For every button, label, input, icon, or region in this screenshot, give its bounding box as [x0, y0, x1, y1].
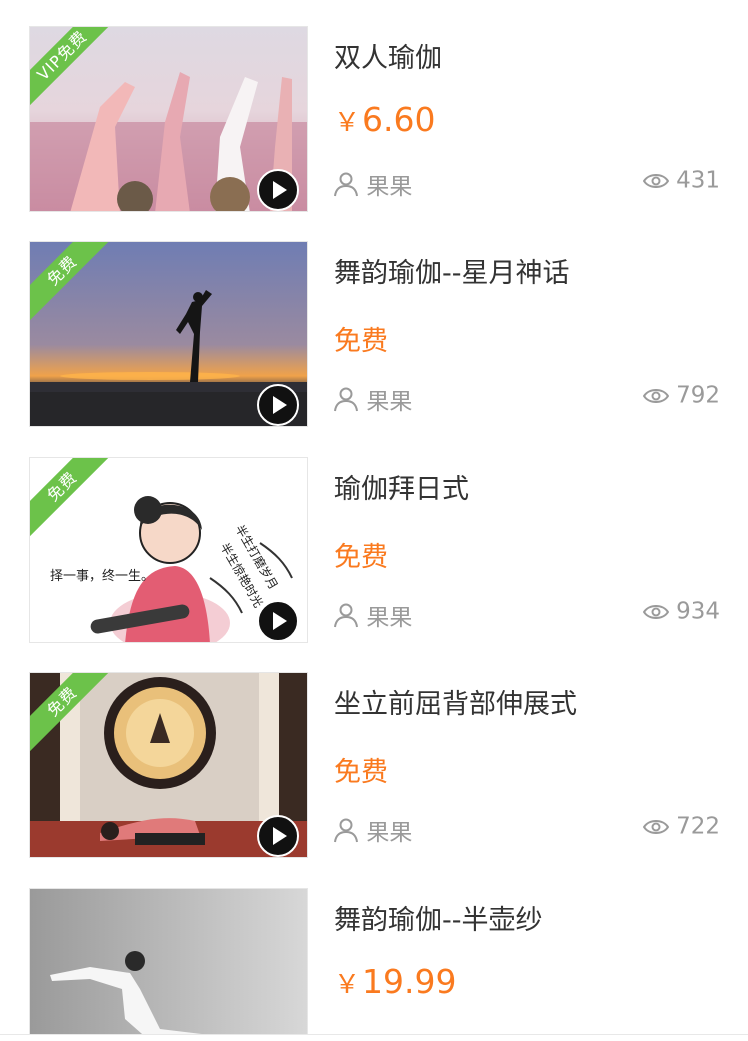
user-icon — [334, 818, 358, 843]
eye-icon — [642, 388, 669, 403]
play-icon — [273, 396, 287, 414]
views-value: 934 — [676, 598, 720, 625]
course-thumbnail[interactable]: 择一事，终一生。 半生打磨岁月 半生惊艳时光 免费 — [29, 457, 308, 643]
user-icon — [334, 603, 358, 628]
currency-symbol: ￥ — [334, 108, 361, 138]
course-item[interactable]: VIP免费 双人瑜伽 ￥6.60 果果 431 — [0, 26, 748, 242]
author-name: 果果 — [366, 389, 413, 415]
course-title[interactable]: 坐立前屈背部伸展式 — [334, 682, 577, 721]
play-button[interactable] — [257, 815, 299, 857]
user-icon — [334, 172, 358, 197]
course-title[interactable]: 舞韵瑜伽--星月神话 — [334, 251, 570, 290]
eye-icon — [642, 819, 669, 834]
play-icon — [273, 827, 287, 845]
course-price: 免费 — [334, 326, 388, 357]
views-value: 792 — [676, 382, 720, 409]
author-name: 果果 — [366, 174, 413, 200]
course-item[interactable]: 免费 舞韵瑜伽--星月神话 免费 果果 792 — [0, 241, 748, 457]
price-value: 6.60 — [362, 100, 436, 139]
views-value: 722 — [676, 813, 720, 840]
course-title[interactable]: 瑜伽拜日式 — [334, 467, 469, 506]
view-count: 722 — [642, 813, 720, 843]
course-thumbnail[interactable]: 免费 — [29, 241, 308, 427]
currency-symbol: ￥ — [334, 970, 361, 1000]
course-price: ￥6.60 — [334, 100, 436, 139]
author: 果果 — [333, 167, 413, 200]
course-item[interactable]: 免费 坐立前屈背部伸展式 免费 果果 722 — [0, 672, 748, 888]
dance-yoga-image — [30, 889, 307, 1034]
course-thumbnail[interactable]: 免费 — [29, 672, 308, 858]
eye-icon — [642, 173, 669, 188]
author: 果果 — [333, 598, 413, 631]
author: 果果 — [333, 813, 413, 846]
course-thumbnail[interactable]: VIP免费 — [29, 26, 308, 212]
course-price: 免费 — [334, 542, 388, 573]
author-name: 果果 — [366, 605, 413, 631]
course-item[interactable]: 择一事，终一生。 半生打磨岁月 半生惊艳时光 免费 瑜伽拜日式 免费 果果 93… — [0, 457, 748, 673]
bottom-divider — [0, 1034, 748, 1035]
view-count: 792 — [642, 382, 720, 412]
play-button[interactable] — [257, 384, 299, 426]
play-button[interactable] — [257, 169, 299, 211]
play-button[interactable] — [257, 600, 299, 642]
course-thumbnail[interactable] — [29, 888, 308, 1034]
course-title[interactable]: 双人瑜伽 — [334, 36, 442, 75]
eye-icon — [642, 604, 669, 619]
thumb-slogan: 择一事，终一生。 — [50, 568, 154, 583]
view-count: 934 — [642, 598, 720, 628]
user-icon — [334, 387, 358, 412]
author-name: 果果 — [366, 820, 413, 846]
play-icon — [273, 612, 287, 630]
play-icon — [273, 181, 287, 199]
author: 果果 — [333, 382, 413, 415]
course-title[interactable]: 舞韵瑜伽--半壶纱 — [334, 898, 543, 937]
price-value: 19.99 — [362, 962, 457, 1001]
course-price: 免费 — [334, 757, 388, 788]
course-price: ￥19.99 — [334, 962, 457, 1001]
views-value: 431 — [676, 167, 720, 194]
view-count: 431 — [642, 167, 720, 197]
course-item[interactable]: 舞韵瑜伽--半壶纱 ￥19.99 — [0, 888, 748, 1034]
